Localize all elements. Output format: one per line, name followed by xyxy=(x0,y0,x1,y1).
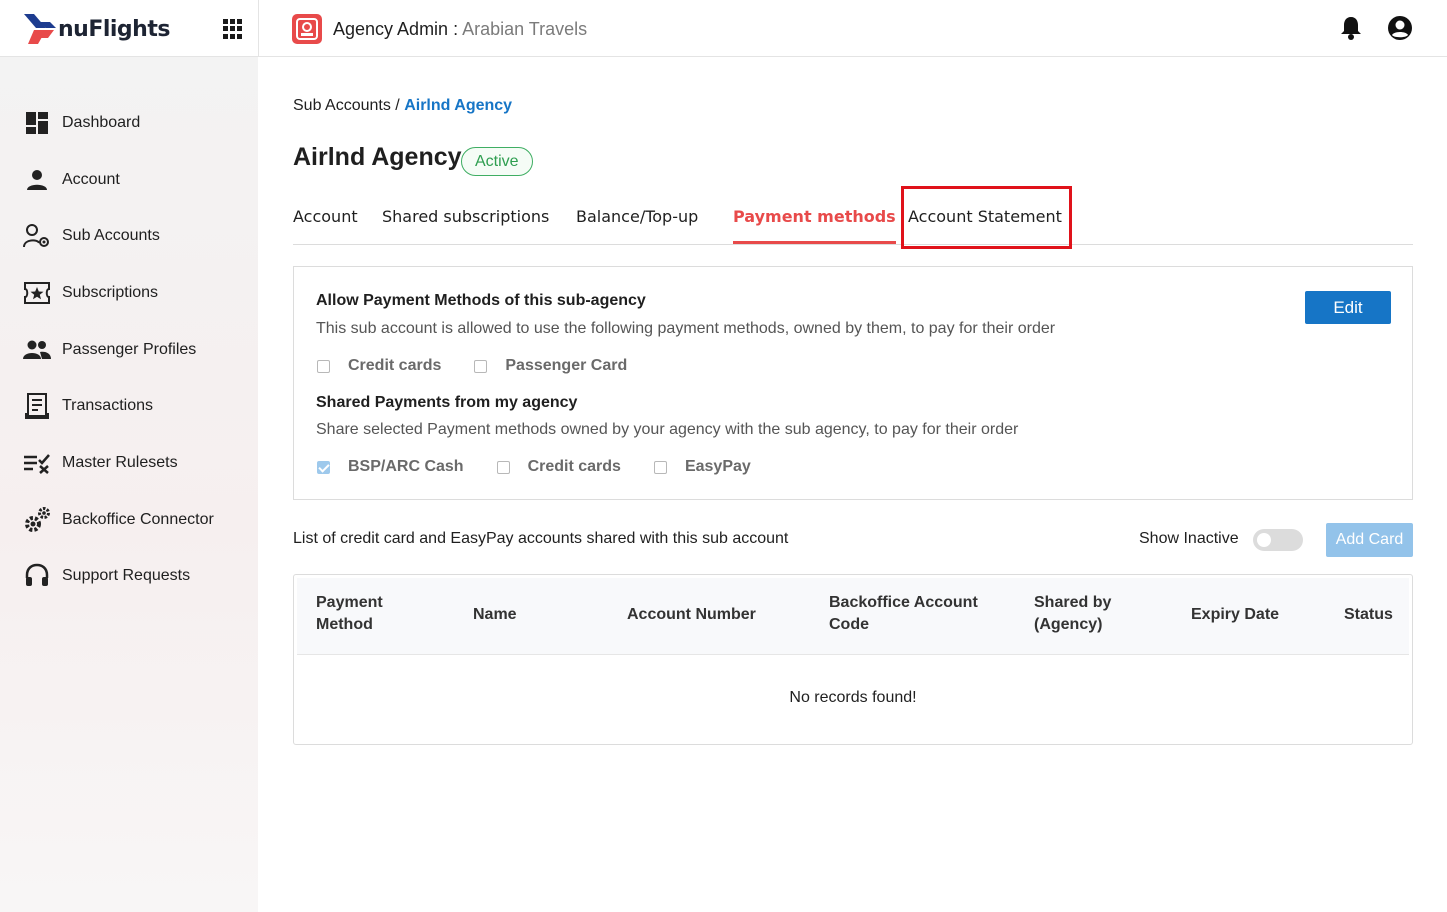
column-header-backoffice-account-code[interactable]: Backoffice Account Code xyxy=(829,592,978,636)
edit-button[interactable]: Edit xyxy=(1305,291,1391,324)
column-header-line: Backoffice Account xyxy=(829,594,978,611)
column-header-line: Status xyxy=(1344,606,1393,623)
ticket-star-icon xyxy=(23,279,51,307)
shared-payments-description: Share selected Payment methods owned by … xyxy=(316,421,1019,438)
add-card-button[interactable]: Add Card xyxy=(1326,523,1413,557)
sidebar-item-label: Support Requests xyxy=(62,567,191,584)
sidebar-item-label: Subscriptions xyxy=(62,284,159,301)
highlight-box xyxy=(901,186,1072,249)
shared-options-row: BSP/ARC Cash Credit cards EasyPay xyxy=(317,458,784,476)
header-agency-name: Arabian Travels xyxy=(462,19,588,39)
column-header-shared-by[interactable]: Shared by (Agency) xyxy=(1034,592,1111,636)
sidebar-item-label: Passenger Profiles xyxy=(62,341,197,358)
column-header-line: Method xyxy=(316,616,373,633)
breadcrumb-separator: / xyxy=(390,97,405,114)
bell-icon[interactable] xyxy=(1339,15,1363,41)
gears-icon xyxy=(23,506,51,534)
sidebar-item-passenger-profiles[interactable]: Passenger Profiles xyxy=(0,328,258,372)
breadcrumb-parent-link[interactable]: Sub Accounts xyxy=(293,97,391,114)
column-header-line: Name xyxy=(473,606,517,623)
easypay-label: EasyPay xyxy=(684,458,751,475)
show-inactive-toggle[interactable] xyxy=(1253,529,1303,551)
sub-accounts-icon xyxy=(23,222,51,250)
sidebar-item-dashboard[interactable]: Dashboard xyxy=(0,101,258,145)
sidebar-item-master-rulesets[interactable]: Master Rulesets xyxy=(0,441,258,485)
page-title: Airlnd Agency xyxy=(293,143,462,171)
shared-accounts-table: Payment Method Name Account Number Backo… xyxy=(293,574,1413,745)
tab-bar: Account Shared subscriptions Balance/Top… xyxy=(293,200,1413,245)
sidebar-item-transactions[interactable]: Transactions xyxy=(0,384,258,428)
allow-payment-methods-title: Allow Payment Methods of this sub-agency xyxy=(316,292,646,309)
tab-payment-methods[interactable]: Payment methods xyxy=(733,200,896,244)
agency-badge-icon xyxy=(292,14,322,44)
sidebar-item-subscriptions[interactable]: Subscriptions xyxy=(0,271,258,315)
header-separator: : xyxy=(448,19,463,39)
sidebar-item-support-requests[interactable]: Support Requests xyxy=(0,554,258,598)
person-icon xyxy=(23,166,51,194)
column-header-expiry-date[interactable]: Expiry Date xyxy=(1191,604,1279,626)
column-header-name[interactable]: Name xyxy=(473,604,517,626)
sidebar-item-label: Sub Accounts xyxy=(62,227,160,244)
sidebar-item-label: Backoffice Connector xyxy=(62,511,214,528)
sidebar-item-label: Transactions xyxy=(62,397,153,414)
payment-methods-card: Allow Payment Methods of this sub-agency… xyxy=(293,266,1413,500)
sidebar-item-label: Master Rulesets xyxy=(62,454,178,471)
credit-cards-checkbox[interactable] xyxy=(317,359,330,373)
sidebar-item-backoffice-connector[interactable]: Backoffice Connector xyxy=(0,498,258,542)
easypay-checkbox[interactable] xyxy=(653,460,667,474)
bsp-arc-cash-label: BSP/ARC Cash xyxy=(348,458,464,475)
column-header-payment-method[interactable]: Payment Method xyxy=(316,592,383,636)
user-account-icon[interactable] xyxy=(1387,15,1413,41)
tab-account[interactable]: Account xyxy=(293,200,358,244)
column-header-status[interactable]: Status xyxy=(1344,604,1393,626)
sidebar: Dashboard Account Sub Accounts Subscript… xyxy=(0,57,258,912)
passenger-card-checkbox[interactable] xyxy=(474,359,488,373)
breadcrumb: Sub Accounts / Airlnd Agency xyxy=(293,97,512,115)
shared-accounts-caption: List of credit card and EasyPay accounts… xyxy=(293,530,789,547)
apps-grid-icon[interactable] xyxy=(223,19,243,39)
top-bar: nuFlights Agency Admin : Arabian Travels xyxy=(0,0,1447,57)
sidebar-item-label: Dashboard xyxy=(62,114,141,131)
topbar-divider xyxy=(258,0,259,57)
passenger-card-label: Passenger Card xyxy=(505,357,628,374)
headset-icon xyxy=(23,562,51,590)
empty-table-message: No records found! xyxy=(789,689,917,706)
column-header-line: Account Number xyxy=(627,606,756,623)
allow-payment-methods-description: This sub account is allowed to use the f… xyxy=(316,320,1056,337)
show-inactive-label: Show Inactive xyxy=(1139,530,1239,547)
rules-icon xyxy=(23,449,51,477)
column-header-line: (Agency) xyxy=(1034,616,1103,633)
sidebar-item-sub-accounts[interactable]: Sub Accounts xyxy=(0,214,258,258)
allow-options-row: Credit cards Passenger Card xyxy=(317,357,660,375)
column-header-account-number[interactable]: Account Number xyxy=(627,604,756,626)
shared-credit-cards-label: Credit cards xyxy=(527,458,621,475)
status-badge: Active xyxy=(461,147,533,176)
nuflights-logo[interactable]: nuFlights xyxy=(24,11,170,47)
breadcrumb-current: Airlnd Agency xyxy=(404,97,513,114)
column-header-line: Shared by xyxy=(1034,594,1112,611)
column-header-line: Code xyxy=(829,616,869,633)
credit-cards-label: Credit cards xyxy=(348,357,442,374)
tab-shared-subscriptions[interactable]: Shared subscriptions xyxy=(382,200,549,244)
column-header-line: Payment xyxy=(316,594,383,611)
table-header: Payment Method Name Account Number Backo… xyxy=(297,578,1409,655)
shared-credit-cards-checkbox[interactable] xyxy=(496,460,510,474)
receipt-icon xyxy=(23,392,51,420)
dashboard-icon xyxy=(23,109,51,137)
tab-balance-top-up[interactable]: Balance/Top-up xyxy=(576,200,698,244)
column-header-line: Expiry Date xyxy=(1191,606,1280,623)
shared-payments-title: Shared Payments from my agency xyxy=(316,394,578,411)
people-icon xyxy=(23,336,51,364)
header-role: Agency Admin xyxy=(333,19,449,39)
sidebar-item-label: Account xyxy=(62,171,120,188)
bsp-arc-cash-checkbox[interactable] xyxy=(317,460,330,474)
header-title: Agency Admin : Arabian Travels xyxy=(333,19,587,40)
logo-text: nuFlights xyxy=(58,16,170,42)
nuflights-logo-mark-icon xyxy=(24,14,56,44)
sidebar-item-account[interactable]: Account xyxy=(0,158,258,202)
